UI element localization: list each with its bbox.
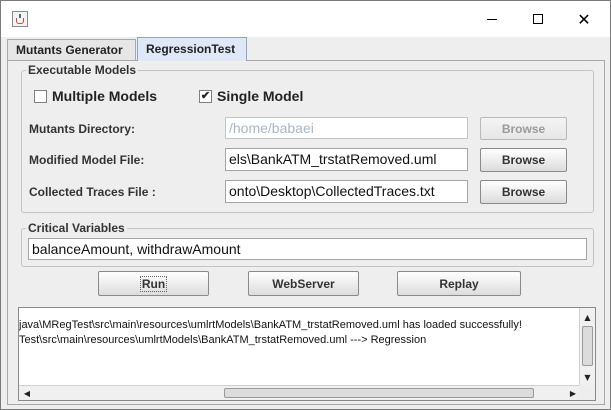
- close-icon: ✕: [577, 9, 591, 29]
- modified-model-file-value: els\BankATM_trstatRemoved.uml: [229, 151, 437, 167]
- collected-traces-file-field[interactable]: onto\Desktop\CollectedTraces.txt: [225, 180, 468, 203]
- collected-traces-file-label: Collected Traces File :: [29, 185, 156, 199]
- critical-variables-field[interactable]: balanceAmount, withdrawAmount: [28, 238, 587, 260]
- critical-variables-legend: Critical Variables: [28, 221, 125, 235]
- vertical-scroll-thumb[interactable]: [582, 326, 593, 366]
- mutants-directory-field: /home/babaei: [225, 117, 468, 139]
- mutants-directory-label: Mutants Directory:: [29, 122, 136, 136]
- modified-model-browse-button[interactable]: Browse: [480, 148, 567, 172]
- mutants-directory-value: /home/babaei: [229, 120, 314, 136]
- critical-variables-value: balanceAmount, withdrawAmount: [32, 241, 241, 257]
- log-line: Test\src\main\resources\umlrtModels\Bank…: [19, 334, 427, 346]
- multiple-models-label: Multiple Models: [52, 88, 157, 104]
- single-model-label: Single Model: [217, 88, 304, 104]
- horizontal-scroll-thumb[interactable]: [224, 388, 534, 398]
- scroll-right-icon[interactable]: ▶: [566, 386, 580, 400]
- scrollbar-corner: [579, 385, 595, 400]
- java-cup-icon: [12, 11, 28, 27]
- log-line: java\MRegTest\src\main\resources\umlrtMo…: [19, 319, 522, 331]
- modified-model-file-field[interactable]: els\BankATM_trstatRemoved.uml: [225, 148, 468, 171]
- close-button[interactable]: ✕: [561, 1, 607, 37]
- executable-models-legend: Executable Models: [28, 63, 137, 77]
- single-model-checkmark-icon[interactable]: ✔: [199, 89, 212, 103]
- vertical-scrollbar[interactable]: ▲ ▼: [579, 308, 595, 386]
- replay-button[interactable]: Replay: [397, 271, 521, 296]
- horizontal-scrollbar[interactable]: ◀ ▶: [19, 385, 581, 400]
- java-cup-shape: [16, 18, 24, 24]
- mutants-directory-browse-button: Browse: [480, 117, 567, 140]
- multiple-models-checkbox[interactable]: Multiple Models: [34, 88, 157, 104]
- maximize-icon: [533, 14, 543, 24]
- webserver-button[interactable]: WebServer: [248, 271, 359, 296]
- tab-mutants-generator[interactable]: Mutants Generator: [7, 39, 136, 60]
- scroll-left-icon[interactable]: ◀: [20, 386, 34, 400]
- single-model-checkbox[interactable]: ✔ Single Model: [199, 88, 303, 104]
- title-bar: ✕: [1, 1, 610, 37]
- tab-regression-test[interactable]: RegressionTest: [137, 37, 247, 61]
- log-output-area[interactable]: java\MRegTest\src\main\resources\umlrtMo…: [18, 307, 596, 401]
- scroll-up-icon[interactable]: ▲: [580, 310, 595, 324]
- scroll-down-icon[interactable]: ▼: [580, 370, 595, 384]
- maximize-button[interactable]: [515, 1, 561, 37]
- run-button[interactable]: Run: [98, 271, 209, 296]
- log-text: java\MRegTest\src\main\resources\umlrtMo…: [19, 318, 579, 348]
- run-button-label: Run: [139, 275, 168, 292]
- multiple-models-checkbox-box[interactable]: [34, 89, 47, 103]
- collected-traces-browse-button[interactable]: Browse: [480, 180, 567, 204]
- modified-model-file-label: Modified Model File:: [29, 153, 145, 167]
- minimize-button[interactable]: [469, 1, 515, 37]
- minimize-icon: [487, 18, 497, 20]
- app-window: ✕ Mutants Generator RegressionTest Execu…: [0, 0, 611, 410]
- collected-traces-file-value: onto\Desktop\CollectedTraces.txt: [229, 183, 435, 199]
